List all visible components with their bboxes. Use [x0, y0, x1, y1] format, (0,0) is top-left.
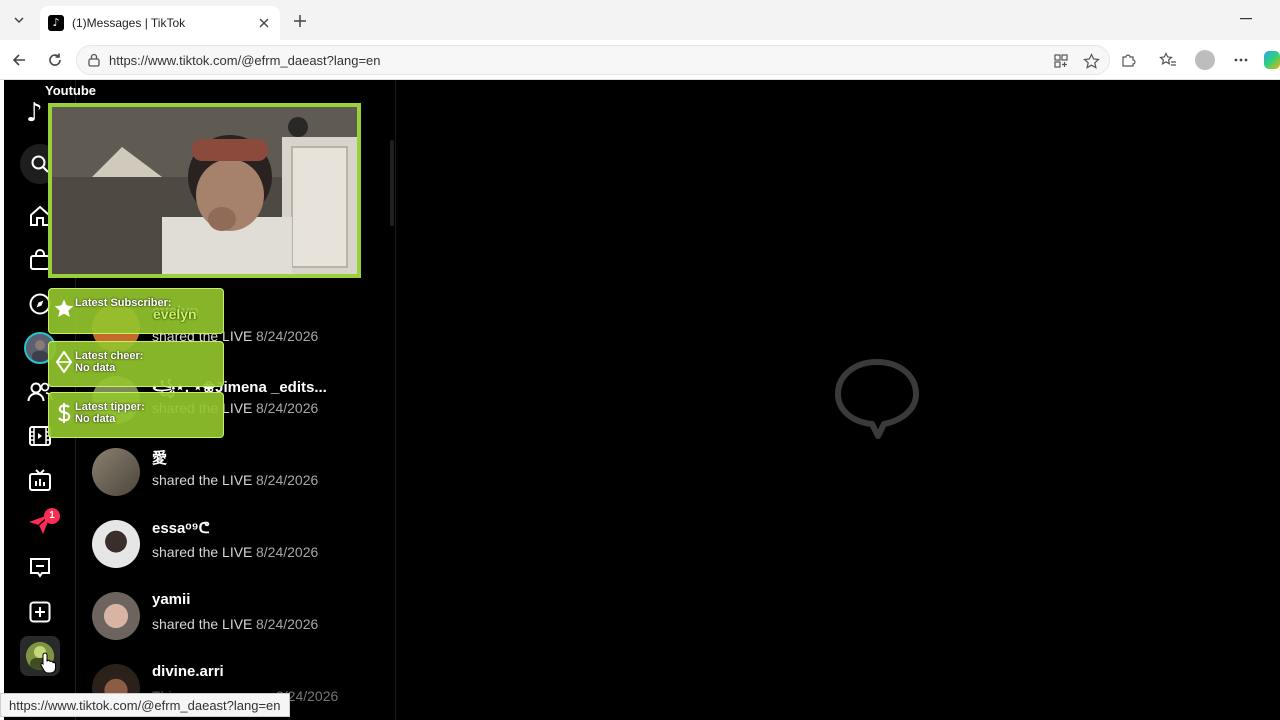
- overlay-title: Youtube: [45, 83, 97, 98]
- tiktok-favicon-icon: ♪: [48, 15, 64, 31]
- message-date: 8/24/2026: [256, 472, 319, 488]
- tab-list-button[interactable]: [6, 8, 32, 32]
- latest-subscriber-value: evelyn: [153, 306, 197, 322]
- chevron-down-icon: [14, 17, 24, 24]
- copilot-button[interactable]: [1264, 48, 1280, 72]
- latest-cheer-alert: Latest cheer: No data: [48, 341, 224, 387]
- copilot-icon: [1264, 51, 1280, 69]
- browser-tab[interactable]: ♪ (1)Messages | TikTok: [40, 6, 280, 40]
- upload-nav-button[interactable]: [26, 598, 54, 626]
- favorite-star-icon[interactable]: [1083, 46, 1100, 76]
- message-date: 8/24/2026: [256, 544, 319, 560]
- latest-tipper-label: Latest tipper:: [75, 401, 145, 413]
- new-tab-button[interactable]: [288, 9, 312, 33]
- tv-live-icon: [29, 469, 51, 491]
- latest-subscriber-alert: Latest Subscriber: evelyn: [48, 288, 224, 334]
- message-date: 8/24/2026: [256, 616, 319, 632]
- back-button[interactable]: [6, 47, 32, 73]
- contact-name: 愛: [152, 450, 168, 467]
- site-info-icon[interactable]: [85, 51, 103, 69]
- favorites-button[interactable]: [1156, 48, 1180, 72]
- latest-tipper-alert: Latest tipper: No data: [48, 392, 224, 438]
- favorites-list-icon: [1159, 52, 1176, 66]
- inbox-message-icon: [30, 558, 50, 578]
- address-bar[interactable]: https://www.tiktok.com/@efrm_daeast?lang…: [76, 45, 1110, 75]
- contact-name: divine.arri: [152, 663, 224, 680]
- minimize-window-button[interactable]: [1234, 9, 1258, 29]
- webcam-feed-image: [52, 107, 357, 274]
- last-message: shared the LIVE: [152, 544, 253, 560]
- refresh-icon: [49, 53, 61, 66]
- star-icon: [54, 299, 74, 317]
- browser-tab-bar: ♪ (1)Messages | TikTok: [0, 0, 1280, 40]
- user-avatar-icon: [1195, 50, 1215, 70]
- webcam-overlay: [48, 103, 361, 278]
- chat-bubble-icon: [835, 359, 919, 439]
- minimize-icon: [1240, 18, 1252, 20]
- search-icon: [31, 155, 49, 173]
- message-notification-badge: 1: [44, 508, 60, 524]
- url-text: https://www.tiktok.com/@efrm_daeast?lang…: [109, 52, 381, 68]
- live-nav-button[interactable]: [26, 466, 54, 494]
- diamond-icon: [55, 351, 73, 373]
- profile-button[interactable]: [1193, 48, 1217, 72]
- plus-icon: [294, 15, 306, 27]
- list-item[interactable]: essaᵒ⁹ᕦ shared the LIVE 8/24/2026: [92, 516, 392, 576]
- plus-square-icon: [29, 601, 51, 623]
- settings-menu-button[interactable]: [1229, 48, 1253, 72]
- message-date: 8/24/2026: [256, 400, 319, 416]
- list-item[interactable]: 愛 shared the LIVE 8/24/2026: [92, 444, 392, 504]
- list-scrollbar[interactable]: [390, 140, 394, 226]
- contact-name: essaᵒ⁹ᕦ: [152, 520, 210, 537]
- status-bar-url: https://www.tiktok.com/@efrm_daeast?lang…: [0, 693, 290, 717]
- latest-tipper-value: No data: [75, 413, 116, 425]
- avatar: [92, 520, 140, 568]
- avatar: [92, 448, 140, 496]
- app-available-icon[interactable]: [1053, 46, 1069, 76]
- message-date: 8/24/2026: [256, 328, 319, 344]
- last-message: shared the LIVE: [152, 616, 253, 632]
- latest-cheer-value: No data: [75, 362, 116, 374]
- refresh-button[interactable]: [42, 47, 68, 73]
- tab-close-button[interactable]: [254, 13, 274, 33]
- latest-cheer-label: Latest cheer:: [75, 350, 144, 362]
- close-icon: [259, 18, 269, 28]
- contact-name: yamii: [152, 591, 191, 608]
- dollar-icon: [58, 403, 71, 423]
- hand-cursor-icon: [40, 652, 56, 674]
- chat-area: [396, 80, 1280, 720]
- list-item[interactable]: yamii shared the LIVE 8/24/2026: [92, 588, 392, 648]
- activity-nav-button[interactable]: [26, 554, 54, 582]
- avatar: [92, 592, 140, 640]
- extensions-icon: [1122, 54, 1136, 67]
- tab-title: (1)Messages | TikTok: [72, 16, 186, 30]
- extensions-button[interactable]: [1116, 48, 1140, 72]
- browser-toolbar: https://www.tiktok.com/@efrm_daeast?lang…: [0, 40, 1280, 80]
- more-dots-icon: [1234, 58, 1248, 62]
- last-message: shared the LIVE: [152, 472, 253, 488]
- back-arrow-icon: [12, 54, 25, 66]
